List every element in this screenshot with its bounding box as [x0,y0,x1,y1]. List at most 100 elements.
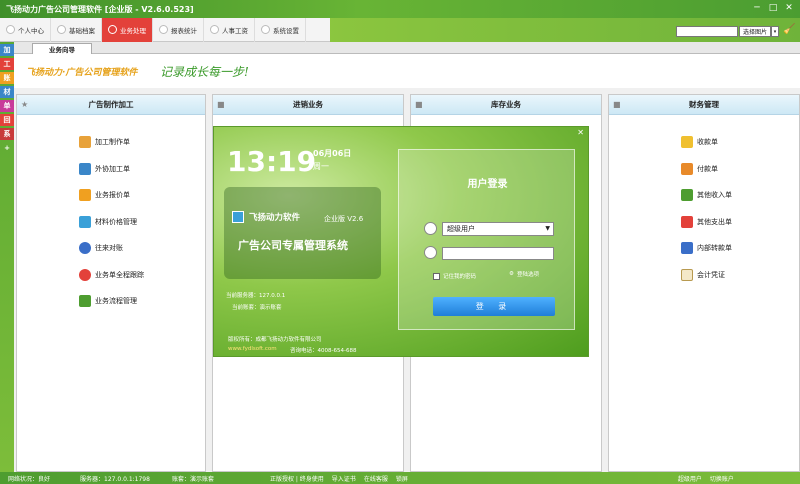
menu-label: 系统设置 [273,26,299,35]
product-logo-icon [232,211,244,223]
left-sidebar: 加 工 账 材 单 回 系 + [0,42,14,472]
list-item[interactable]: 收款单 [681,129,799,156]
remember-checkbox[interactable] [433,272,440,280]
account-label: 当前账套：演示账套 [232,305,282,311]
item-label: 业务流程管理 [95,297,137,306]
column-header: ★ 广告制作加工 [17,95,205,115]
menu-label: 个人中心 [18,26,44,35]
phone-label: 咨询电话：4008-654-688 [290,348,357,354]
column-title: 库存业务 [491,100,521,109]
list-item[interactable]: 往来对账 [79,235,205,262]
sidebar-item-return[interactable]: 回 [0,114,14,126]
list-item[interactable]: 加工制作单 [79,129,205,156]
server-label: 当前服务器：127.0.0.1 [226,293,286,299]
broom-icon[interactable]: 🧹 [783,24,795,35]
item-label: 其他收入单 [697,191,732,200]
sidebar-add-button[interactable]: + [0,142,14,154]
list-item[interactable]: 业务流程管理 [79,288,205,315]
clock-date: 06月06日 [313,149,352,158]
column-title: 广告制作加工 [88,100,134,109]
item-label: 外协加工单 [95,164,130,173]
brand-banner: 飞扬动力·广告公司管理软件 记录成长每一步! [14,54,800,88]
login-button[interactable]: 登 录 [433,297,555,316]
switch-account[interactable]: 切换账户 [710,474,734,483]
remember-password[interactable]: 记住我的密码 [433,272,476,280]
list-item[interactable]: 内部转款单 [681,235,799,262]
flag-icon: ■ [217,100,225,109]
item-label: 收款单 [697,138,718,147]
item-label: 加工制作单 [95,138,130,147]
list-item[interactable]: 其他收入单 [681,182,799,209]
online-support[interactable]: 在线客服 [364,474,388,483]
column-header: ■ 进销业务 [213,95,403,115]
item-label: 付款单 [697,164,718,173]
income-icon [681,189,693,202]
voucher-icon [681,268,693,281]
list-item[interactable]: 会计凭证 [681,262,799,289]
import-certificate[interactable]: 导入证书 [332,474,356,483]
login-dialog: ✕ 13:19 06月06日 周一 飞扬动力软件 企业版 V2.6 广告公司专属… [213,126,589,357]
server-status: 服务器：127.0.0.1:1798 [80,475,150,483]
menu-hr[interactable]: 人事工资 [204,17,255,42]
sidebar-item-add[interactable]: 加 [0,44,14,56]
user-icon [424,222,437,235]
menu-reports[interactable]: 报表统计 [153,17,204,42]
tab-business-guide[interactable]: 业务向导 [32,43,92,54]
login-options[interactable]: ⚙ 登陆选项 [509,270,539,278]
menu-personal[interactable]: 个人中心 [0,17,51,42]
report-icon [159,25,168,34]
column-title: 进销业务 [293,100,323,109]
quote-icon [79,189,91,202]
column-production: ★ 广告制作加工 加工制作单 外协加工单 业务报价单 材料价格管理 往来对账 业务… [16,94,206,472]
item-label: 内部转款单 [697,244,732,253]
choose-image-button[interactable]: 选择图片 [739,26,771,37]
remember-label: 记住我的密码 [443,274,477,280]
maximize-icon[interactable]: □ [766,1,780,15]
title-bar: 飞扬动力广告公司管理软件 [企业版 - V2.6.0.523] ─ □ ✕ [0,0,800,18]
background-input[interactable] [676,26,738,37]
product-edition: 企业版 V2.6 [324,215,364,223]
transfer-icon [681,242,693,255]
product-name: 飞扬动力软件 [249,213,301,223]
sidebar-item-order[interactable]: 单 [0,100,14,112]
column-header: ■ 库存业务 [411,95,601,115]
choose-image-dropdown[interactable]: ▾ [771,26,779,37]
list-item[interactable]: 外协加工单 [79,156,205,183]
menu-archive[interactable]: 基础档案 [51,17,102,42]
list-item[interactable]: 材料价格管理 [79,209,205,236]
menu-label: 报表统计 [171,26,197,35]
sidebar-item-material[interactable]: 材 [0,86,14,98]
column-finance: ■ 财务管理 收款单 付款单 其他收入单 其他支出单 内部转款单 会计凭证 [608,94,800,472]
menu-business[interactable]: 业务处理 [102,17,153,42]
item-label: 业务单全程跟踪 [95,270,144,279]
status-bar: 网络状况：良好 服务器：127.0.0.1:1798 账套：演示账套 正版授权 … [0,472,800,484]
menu-settings[interactable]: 系统设置 [255,17,306,42]
chevron-down-icon: ▼ [545,225,550,232]
lock-icon [424,246,437,259]
list-item[interactable]: 业务单全程跟踪 [79,262,205,289]
minimize-icon[interactable]: ─ [750,1,764,15]
user-select[interactable]: 超级用户 ▼ [442,222,554,236]
lock-screen[interactable]: 锁屏 [396,474,408,483]
receipt-icon [681,136,693,149]
close-icon[interactable]: ✕ [577,128,584,137]
copyright-label: 版权所有：成都飞扬动力软件有限公司 [228,337,322,343]
item-label: 会计凭证 [697,270,725,279]
sidebar-item-system[interactable]: 系 [0,128,14,140]
list-item[interactable]: 业务报价单 [79,182,205,209]
password-input[interactable] [442,247,554,260]
item-label: 业务报价单 [95,191,130,200]
product-subtitle: 广告公司专属管理系统 [238,239,348,252]
list-item[interactable]: 其他支出单 [681,209,799,236]
clock-weekday: 周一 [313,162,329,171]
flag-icon: ■ [613,100,621,109]
sidebar-item-account[interactable]: 账 [0,72,14,84]
clock-time: 13:19 [227,145,317,178]
menu-label: 人事工资 [222,26,248,35]
sidebar-item-process[interactable]: 工 [0,58,14,70]
website-link[interactable]: www.fydlsoft.com [228,346,277,352]
user-value: 超级用户 [447,225,475,233]
list-item[interactable]: 付款单 [681,156,799,183]
close-icon[interactable]: ✕ [782,1,796,15]
gear-icon: ⚙ [509,271,514,277]
